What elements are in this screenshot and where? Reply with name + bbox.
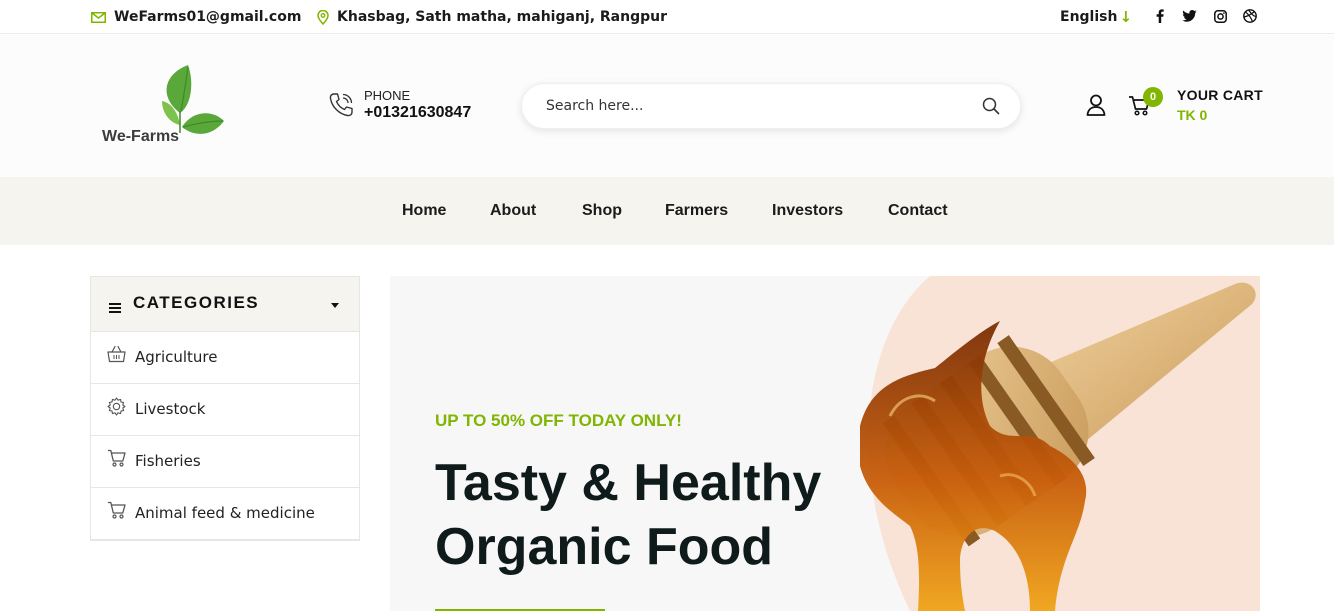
nav-item-contact[interactable]: Contact [888, 177, 948, 245]
search-bar [521, 83, 1021, 129]
address-text: Khasbag, Sath matha, mahiganj, Rangpur [337, 9, 668, 25]
hero-title-line2: Organic Food [435, 518, 773, 576]
gear-icon [107, 397, 126, 420]
main-nav: Home About Shop Farmers Investors Contac… [0, 177, 1334, 245]
category-label: Animal feed & medicine [135, 504, 315, 522]
caret-down-icon [331, 303, 339, 308]
logo-text: We-Farms [102, 128, 179, 145]
we-farms-logo[interactable]: We-Farms [100, 63, 230, 147]
location-pin-icon [317, 9, 329, 25]
cart-icon [107, 449, 126, 471]
category-item-agriculture[interactable]: Agriculture [91, 332, 359, 384]
nav-item-about[interactable]: About [490, 177, 536, 245]
facebook-icon[interactable] [1152, 8, 1168, 24]
nav-item-shop[interactable]: Shop [582, 177, 622, 245]
search-input[interactable] [546, 84, 966, 128]
cart-title[interactable]: YOUR CART [1177, 87, 1263, 103]
category-label: Agriculture [135, 348, 218, 366]
category-item-fisheries[interactable]: Fisheries [91, 436, 359, 488]
menu-icon [109, 298, 121, 317]
twitter-icon[interactable] [1181, 8, 1197, 24]
dribbble-icon[interactable] [1242, 8, 1258, 24]
search-icon[interactable] [982, 97, 1000, 119]
email-contact[interactable]: WeFarms01@gmail.com [91, 0, 301, 34]
instagram-icon[interactable] [1212, 8, 1228, 24]
top-bar: WeFarms01@gmail.com Khasbag, Sath matha,… [0, 0, 1334, 34]
categories-panel: CATEGORIES Agriculture Livestock Fisheri… [90, 276, 360, 541]
categories-title: CATEGORIES [133, 293, 260, 312]
cart-icon [107, 501, 126, 523]
category-label: Livestock [135, 400, 206, 418]
phone-label: PHONE [364, 88, 411, 103]
site-header: We-Farms PHONE +01321630847 0 YOUR CART … [0, 35, 1334, 177]
hero-title-line1: Tasty & Healthy [435, 454, 822, 512]
category-label: Fisheries [135, 452, 201, 470]
user-account-icon[interactable] [1086, 94, 1106, 120]
nav-item-home[interactable]: Home [402, 177, 446, 245]
arrow-down-icon: ↓ [1119, 8, 1133, 26]
categories-header[interactable]: CATEGORIES [91, 277, 359, 332]
phone-icon [328, 92, 354, 122]
language-label: English [1060, 9, 1118, 25]
hero-offer-text: UP TO 50% OFF TODAY ONLY! [435, 411, 682, 430]
language-selector[interactable]: English ↓ [1060, 0, 1132, 34]
category-item-animal-feed[interactable]: Animal feed & medicine [91, 488, 359, 540]
basket-icon [107, 345, 126, 367]
phone-number[interactable]: +01321630847 [364, 104, 471, 122]
envelope-icon [91, 11, 106, 23]
cart-total: TK 0 [1177, 107, 1208, 123]
category-item-livestock[interactable]: Livestock [91, 384, 359, 436]
cart-count-badge: 0 [1143, 87, 1163, 107]
address-contact: Khasbag, Sath matha, mahiganj, Rangpur [317, 0, 667, 34]
hero-title: Tasty & Healthy Organic Food [435, 451, 821, 579]
email-text: WeFarms01@gmail.com [114, 9, 302, 25]
nav-item-investors[interactable]: Investors [772, 177, 843, 245]
hero-banner: UP TO 50% OFF TODAY ONLY! Tasty & Health… [390, 276, 1260, 611]
nav-item-farmers[interactable]: Farmers [665, 177, 728, 245]
